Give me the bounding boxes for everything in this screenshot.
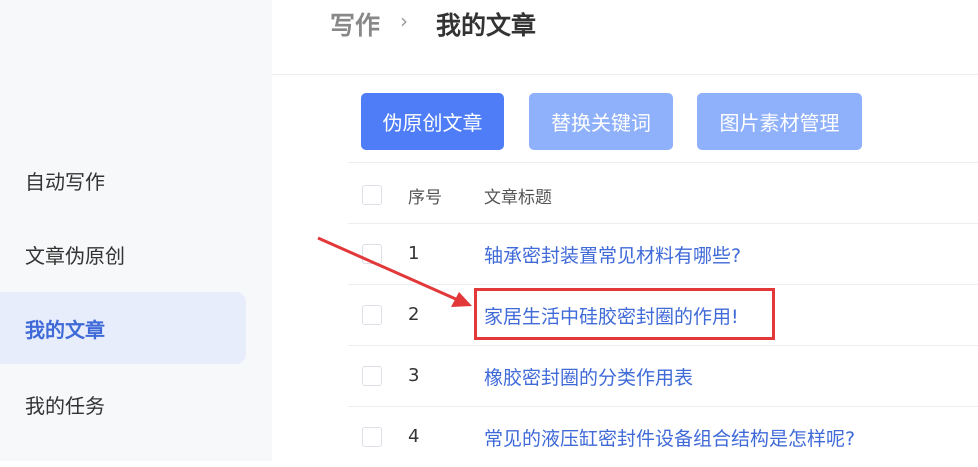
arrow-shaft — [317, 236, 459, 302]
annotation-arrow-icon — [317, 236, 472, 307]
